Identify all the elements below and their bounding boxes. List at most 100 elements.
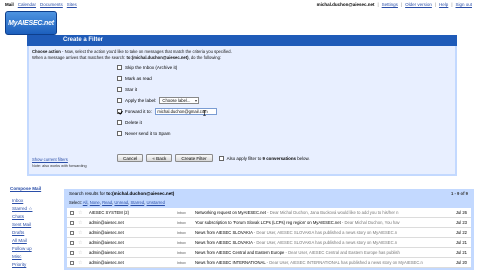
action-apply-label[interactable]: Apply the label: Choose label... <box>117 96 200 104</box>
skip-inbox-checkbox[interactable] <box>117 64 122 70</box>
row-checkbox[interactable] <box>70 211 74 215</box>
logo[interactable]: MyAIESEC.net <box>5 11 57 35</box>
star-icon[interactable]: ☆ <box>78 208 82 217</box>
email-date: Jul 20 <box>455 260 467 265</box>
email-label: Inbox <box>177 241 186 245</box>
email-label: Inbox <box>177 221 186 225</box>
star-icon[interactable]: ☆ <box>78 248 82 257</box>
email-sender: admin@aiesec.net <box>89 240 124 245</box>
email-row[interactable]: ☆ admin@aiesec.net Inbox News from AIESE… <box>67 228 471 238</box>
email-row[interactable]: ☆ admin@aiesec.net Inbox Your subscripti… <box>67 218 471 228</box>
pager: 1 - 9 of 9 <box>451 191 468 196</box>
search-results-header: Search results for to:(michal.duchon@aie… <box>64 189 474 199</box>
sidebar-item-sent[interactable]: Sent Mail <box>12 222 31 227</box>
filter-note: Note: also works with forwarding <box>32 164 87 168</box>
never-spam-checkbox[interactable] <box>117 130 122 136</box>
sidebar-item-drafts[interactable]: Drafts <box>12 230 24 235</box>
row-checkbox[interactable] <box>70 261 74 265</box>
mark-read-checkbox[interactable] <box>117 75 122 81</box>
email-date: Jul 22 <box>455 230 467 235</box>
forward-checkbox[interactable] <box>117 108 122 114</box>
star-icon[interactable]: ☆ <box>78 258 82 267</box>
delete-checkbox[interactable] <box>117 119 122 125</box>
select-none-link[interactable]: None <box>90 200 100 205</box>
search-results-panel: Search results for to:(michal.duchon@aie… <box>64 189 474 270</box>
label-select[interactable]: Choose label... <box>159 96 200 104</box>
action-skip-inbox[interactable]: Skip the Inbox (Archive it) <box>117 63 177 71</box>
sidebar-item-follow-up[interactable]: Follow up <box>12 246 32 251</box>
help-link[interactable]: Help <box>439 0 448 9</box>
action-delete[interactable]: Delete it <box>117 118 142 126</box>
email-row[interactable]: ☆ admin@aiesec.net Inbox News from AIESE… <box>67 238 471 248</box>
email-list: ☆ AIESEC SYSTEM (2) Inbox Networking req… <box>67 208 471 268</box>
select-unstarred-link[interactable]: Unstarred <box>147 200 165 205</box>
also-apply-option[interactable]: Also apply filter to 9 conversations bel… <box>218 155 310 161</box>
sidebar-item-priority[interactable]: Priority <box>12 262 26 267</box>
email-row[interactable]: ☆ AIESEC SYSTEM (2) Inbox Networking req… <box>67 208 471 218</box>
email-date: Jul 26 <box>455 210 467 215</box>
top-nav: Mail Calendar Documents Sites <box>5 0 77 9</box>
email-row[interactable]: ☆ admin@aiesec.net Inbox News from AIESE… <box>67 248 471 258</box>
settings-link[interactable]: Settings <box>382 0 398 9</box>
select-starred-link[interactable]: Starred <box>130 200 144 205</box>
email-date: Jul 21 <box>455 240 467 245</box>
star-icon[interactable]: ☆ <box>78 238 82 247</box>
nav-sites[interactable]: Sites <box>67 0 77 9</box>
sidebar-item-starred[interactable]: Starred ☆ <box>12 206 32 212</box>
sign-out-link[interactable]: Sign out <box>455 0 472 9</box>
email-sender: admin@aiesec.net <box>89 230 124 235</box>
email-subject: News from AIESEC SLOVAKIA - Dear User, A… <box>195 240 398 245</box>
nav-mail[interactable]: Mail <box>5 0 14 9</box>
older-version-link[interactable]: Older version <box>405 0 432 9</box>
action-forward[interactable]: Forward it to: michal.duchon@gmail.com <box>117 107 217 116</box>
filter-instructions: Choose action - Now, select the action y… <box>32 49 232 60</box>
star-icon[interactable]: ☆ <box>78 218 82 227</box>
sidebar-item-chats[interactable]: Chats <box>12 214 24 219</box>
action-mark-read[interactable]: Mark as read <box>117 74 152 82</box>
create-filter-panel: Create a Filter Choose action - Now, sel… <box>27 35 457 176</box>
email-subject: News from AIESEC SLOVAKIA - Dear User, A… <box>195 230 398 235</box>
filter-title: Create a Filter <box>63 37 104 43</box>
sidebar-item-misc[interactable]: Misc <box>12 254 21 259</box>
cancel-button[interactable]: Cancel <box>117 154 144 162</box>
email-row[interactable]: ☆ admin@aiesec.net Inbox News from AIESE… <box>67 258 471 268</box>
email-subject: News from AIESEC Central and Eastern Eur… <box>195 250 400 255</box>
star-it-checkbox[interactable] <box>117 86 122 92</box>
create-filter-button[interactable]: Create Filter <box>175 154 213 162</box>
nav-documents[interactable]: Documents <box>40 0 63 9</box>
email-label: Inbox <box>177 251 186 255</box>
row-checkbox[interactable] <box>70 231 74 235</box>
filter-body: Choose action - Now, select the action y… <box>29 46 455 174</box>
action-star[interactable]: Star it <box>117 85 137 93</box>
row-checkbox[interactable] <box>70 221 74 225</box>
select-read-link[interactable]: Read <box>102 200 112 205</box>
email-subject: Networking request on MyAIESEC.net - Dea… <box>195 210 399 215</box>
email-date: Jul 21 <box>455 250 467 255</box>
top-bar: Mail Calendar Documents Sites michal.duc… <box>0 0 480 9</box>
also-apply-checkbox[interactable] <box>218 155 224 161</box>
action-never-spam[interactable]: Never send it to Spam <box>117 129 170 137</box>
email-label: Inbox <box>177 211 186 215</box>
select-all-link[interactable]: All <box>83 200 88 205</box>
compose-mail-link[interactable]: Compose Mail <box>10 186 41 191</box>
show-current-filters-link[interactable]: Show current filters <box>32 157 68 162</box>
user-email: michal.duchon@aiesec.net <box>316 2 375 7</box>
text-cursor-icon <box>202 109 206 116</box>
select-bar: Select: All, None, Read, Unread, Starred… <box>69 200 165 205</box>
row-checkbox[interactable] <box>70 241 74 245</box>
forward-address-input[interactable]: michal.duchon@gmail.com <box>154 107 217 116</box>
star-icon[interactable]: ☆ <box>78 228 82 237</box>
filter-buttons: Cancel « Back Create Filter Also apply f… <box>117 154 310 162</box>
email-label: Inbox <box>177 231 186 235</box>
email-subject: News from AIESEC INTERNATIONAL - Dear Us… <box>195 260 423 265</box>
email-sender: admin@aiesec.net <box>89 220 124 225</box>
email-sender: AIESEC SYSTEM (2) <box>89 210 130 215</box>
back-button[interactable]: « Back <box>146 154 173 162</box>
sidebar-item-all-mail[interactable]: All Mail <box>12 238 27 243</box>
select-unread-link[interactable]: Unread <box>114 200 128 205</box>
sidebar-item-inbox[interactable]: Inbox <box>12 198 23 203</box>
email-sender: admin@aiesec.net <box>89 260 124 265</box>
nav-calendar[interactable]: Calendar <box>18 0 36 9</box>
row-checkbox[interactable] <box>70 251 74 255</box>
apply-label-checkbox[interactable] <box>117 97 122 103</box>
